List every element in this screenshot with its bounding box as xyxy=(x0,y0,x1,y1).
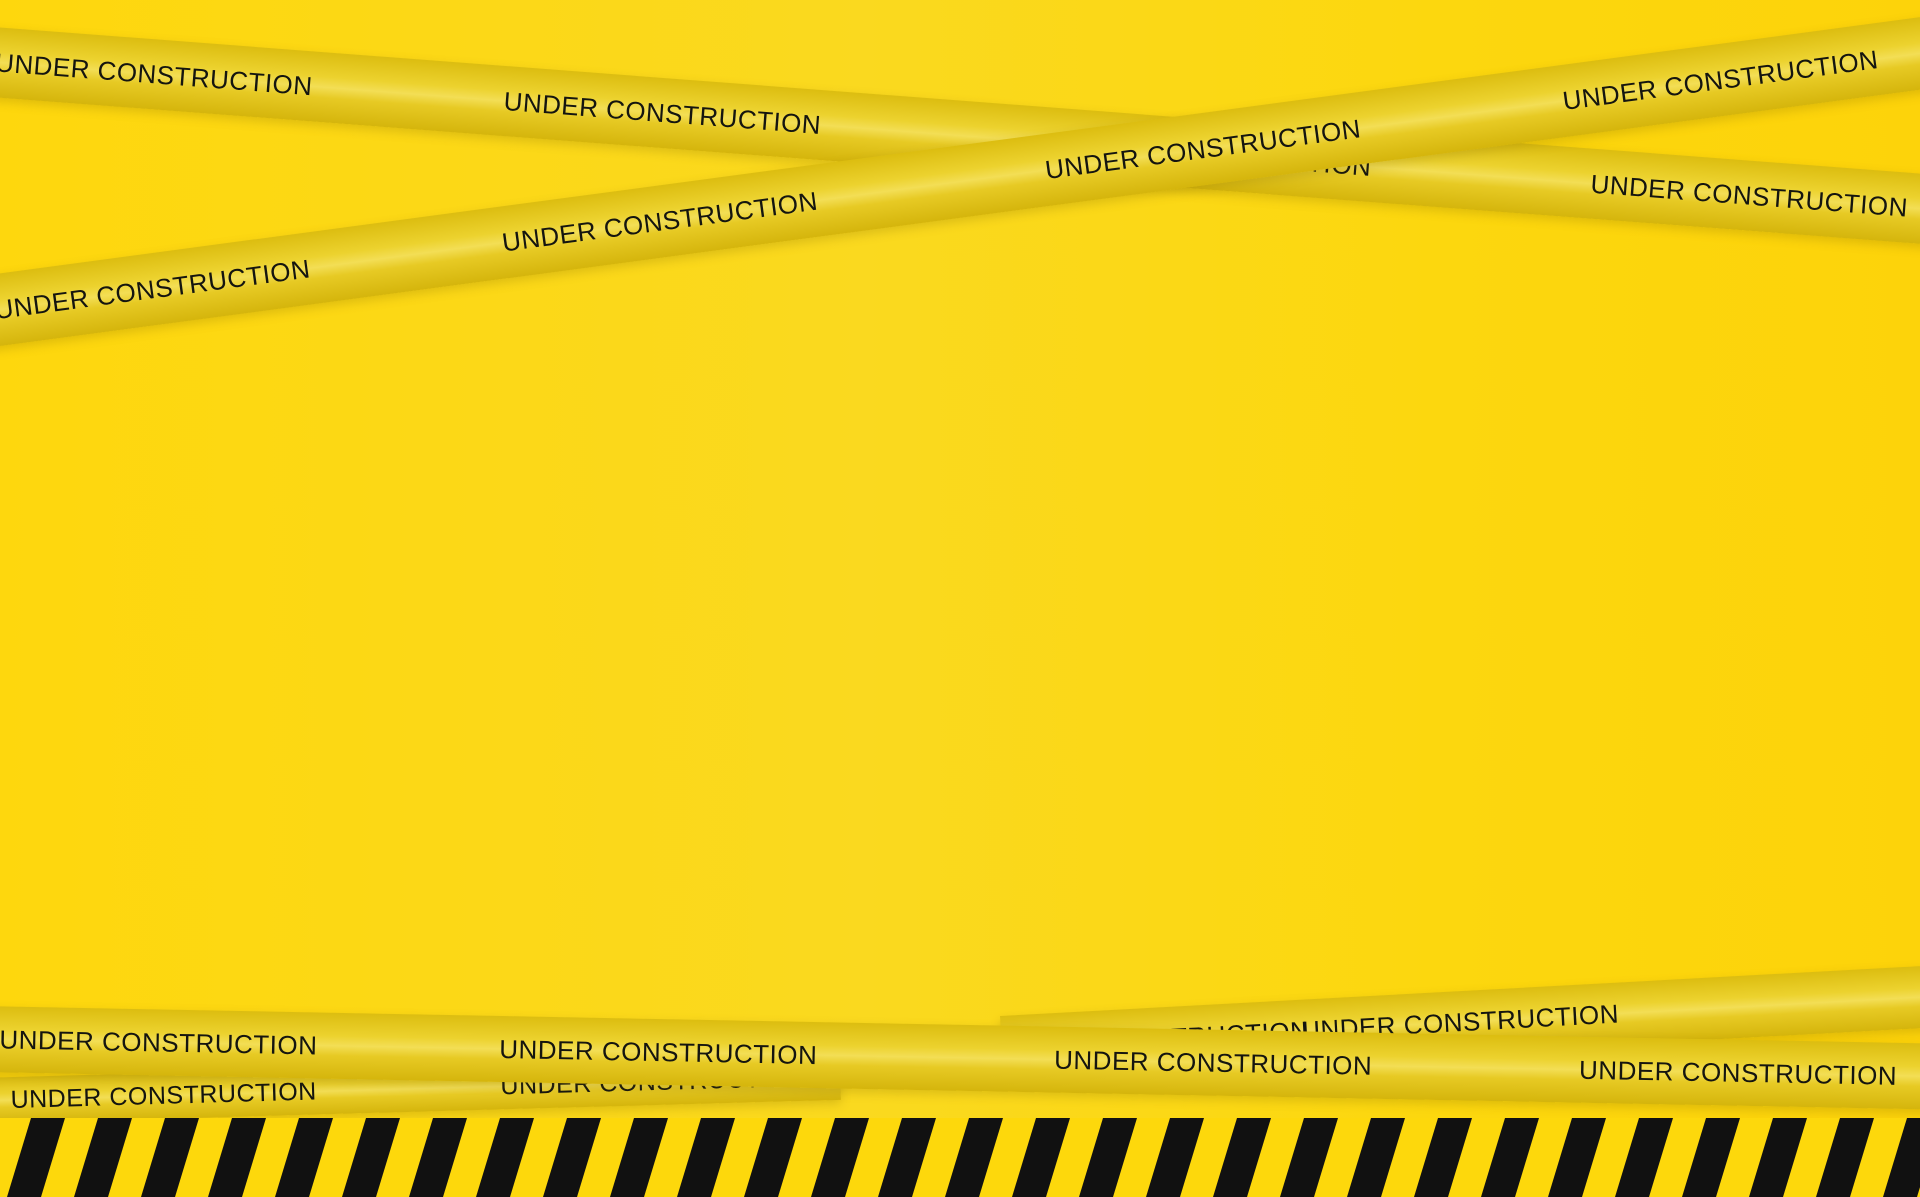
tape-label: UNDER CONSTRUCTION xyxy=(0,1023,318,1060)
tape-label: UNDER CONSTRUCTION xyxy=(498,1033,818,1070)
hazard-stripes xyxy=(0,1118,1920,1197)
tape-label: UNDER CONSTRUCTION xyxy=(0,46,314,101)
tape-label: UNDER CONSTRUCTION xyxy=(1578,1054,1898,1091)
construction-background: UNDER CONSTRUCTION UNDER CONSTRUCTION UN… xyxy=(0,0,1920,1197)
tape-label: UNDER CONSTRUCTION xyxy=(1589,168,1910,223)
tape-label: UNDER CONSTRUCTION xyxy=(0,252,312,325)
tape-label: UNDER CONSTRUCTION xyxy=(502,85,823,140)
tape-label: UNDER CONSTRUCTION xyxy=(1053,1044,1373,1081)
tape-label: UNDER CONSTRUCTION xyxy=(1560,43,1881,116)
tape-label: UNDER CONSTRUCTION xyxy=(500,185,820,258)
